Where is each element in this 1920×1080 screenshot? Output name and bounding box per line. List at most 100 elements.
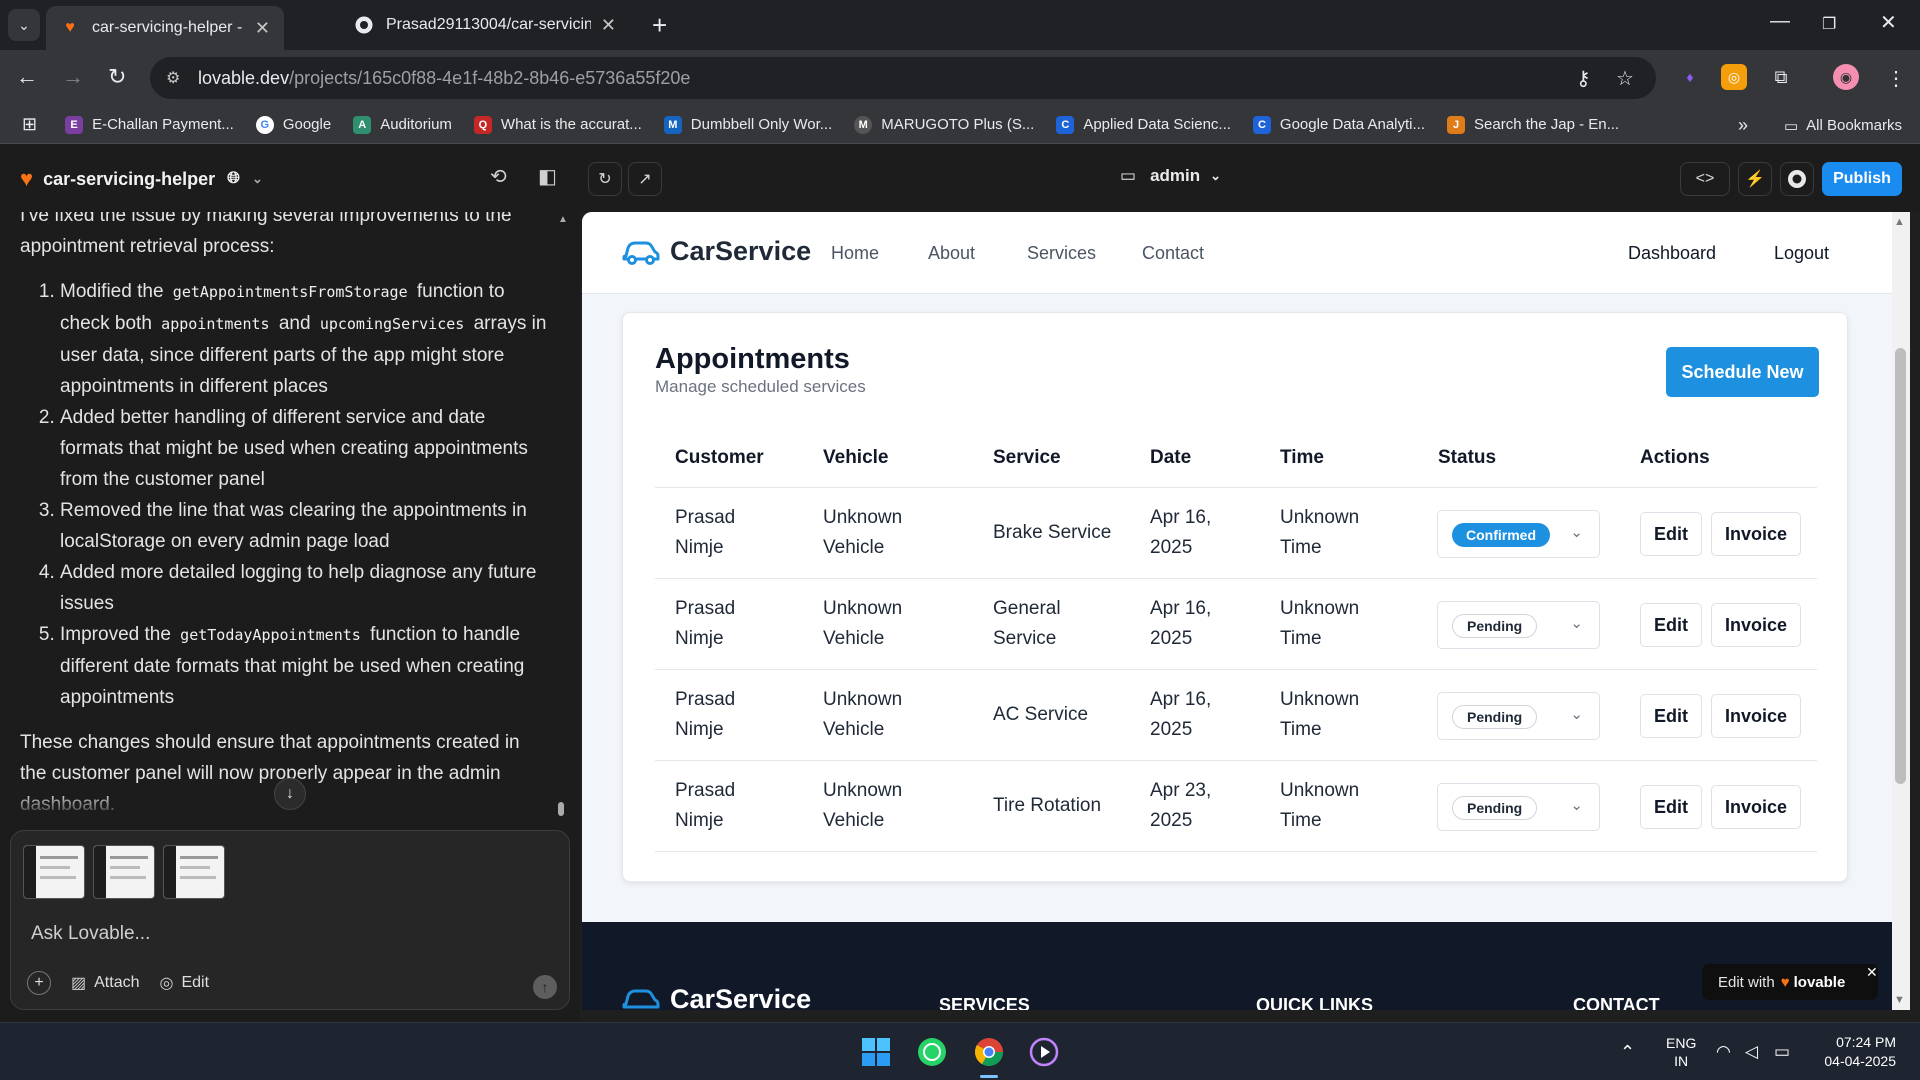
close-icon[interactable]: ✕ <box>1866 964 1878 981</box>
edit-button[interactable]: Edit <box>1640 603 1702 647</box>
scroll-to-bottom-button[interactable]: ↓ <box>274 778 306 810</box>
password-key-icon[interactable]: ⚷ <box>1576 66 1591 91</box>
attachment-thumbnail[interactable] <box>93 845 155 899</box>
coursera-icon: C <box>1056 115 1075 134</box>
bookmark-item[interactable]: E E-Challan Payment... <box>65 115 234 134</box>
nav-services[interactable]: Services <box>1027 243 1096 264</box>
service-cell: General Service <box>993 598 1061 649</box>
close-icon[interactable]: ✕ <box>255 18 270 39</box>
github-icon[interactable] <box>1780 162 1814 196</box>
language-indicator[interactable]: ENG IN <box>1666 1023 1696 1080</box>
chrome-icon[interactable] <box>971 1034 1007 1070</box>
preview-scroll-thumb[interactable] <box>1895 348 1906 784</box>
restore-icon[interactable]: ❐ <box>1822 14 1836 34</box>
nav-home[interactable]: Home <box>831 243 879 264</box>
bookmark-item[interactable]: J Search the Jap - En... <box>1447 115 1619 134</box>
tab-search-button[interactable]: ⌄ <box>8 9 40 41</box>
edit-button[interactable]: Edit <box>1640 512 1702 556</box>
status-select[interactable]: Pending ⌄ <box>1437 601 1600 649</box>
bookmark-star-icon[interactable]: ☆ <box>1616 66 1634 91</box>
invoice-button[interactable]: Invoice <box>1711 603 1801 647</box>
tray-overflow-icon[interactable]: ⌃ <box>1620 1023 1635 1080</box>
close-icon[interactable]: ✕ <box>601 15 616 36</box>
region-code: IN <box>1674 1053 1689 1069</box>
all-bookmarks-link[interactable]: All Bookmarks <box>1806 117 1902 134</box>
status-select[interactable]: Confirmed ⌄ <box>1437 510 1600 558</box>
message-intro: I've fixed the issue by making several i… <box>20 212 512 257</box>
new-tab-button[interactable]: + <box>652 10 667 41</box>
extension-icon[interactable]: ◎ <box>1721 64 1747 90</box>
nav-logout[interactable]: Logout <box>1774 243 1829 264</box>
project-selector[interactable]: ♥ car-servicing-helper 🌐︎ ⌄ <box>20 166 263 192</box>
reload-icon[interactable]: ↻ <box>108 64 126 90</box>
bookmark-item[interactable]: M MARUGOTO Plus (S... <box>854 115 1034 134</box>
bookmark-label: Google <box>282 116 332 133</box>
supabase-icon[interactable]: ⚡ <box>1738 162 1772 196</box>
apps-grid-icon[interactable]: ⊞ <box>22 114 37 135</box>
nav-dashboard[interactable]: Dashboard <box>1628 243 1716 264</box>
site-info-icon[interactable]: ⚙ <box>166 68 180 88</box>
windows-start-icon[interactable] <box>858 1034 894 1070</box>
profile-avatar[interactable]: ◉ <box>1833 64 1859 90</box>
attachment-thumbnail[interactable] <box>163 845 225 899</box>
forward-arrow-icon[interactable]: → <box>62 64 84 90</box>
code-view-button[interactable]: <> <box>1680 162 1730 196</box>
status-select[interactable]: Pending ⌄ <box>1437 692 1600 740</box>
media-player-icon[interactable] <box>1026 1034 1062 1070</box>
nav-about[interactable]: About <box>928 243 975 264</box>
bookmark-item[interactable]: Q What is the accurat... <box>473 115 642 134</box>
table-row: Prasad Nimje Unknown Vehicle Brake Servi… <box>655 488 1817 579</box>
back-arrow-icon[interactable]: ← <box>16 64 38 90</box>
bookmark-label: Google Data Analyti... <box>1279 116 1426 133</box>
edit-button[interactable]: Edit <box>1640 785 1702 829</box>
language-code: ENG <box>1666 1035 1697 1051</box>
chat-input[interactable]: Ask Lovable... <box>31 923 150 945</box>
open-external-button[interactable]: ↗ <box>628 162 662 196</box>
edit-button[interactable]: Edit <box>1640 694 1702 738</box>
attach-button[interactable]: ▨ Attach <box>71 973 139 993</box>
nav-contact[interactable]: Contact <box>1142 243 1204 264</box>
refresh-preview-button[interactable]: ↻ <box>588 162 622 196</box>
status-select[interactable]: Pending ⌄ <box>1437 783 1600 831</box>
extension-flame-icon[interactable]: ♦ <box>1677 64 1703 90</box>
footer-heading: SERVICES <box>939 995 1030 1010</box>
chat-composer[interactable]: Ask Lovable... + ▨ Attach ◎ Edit ↑ <box>10 830 570 1010</box>
window-close-icon[interactable]: ✕ <box>1880 10 1897 35</box>
invoice-button[interactable]: Invoice <box>1711 512 1801 556</box>
minimize-icon[interactable]: — <box>1770 10 1790 33</box>
address-bar[interactable]: lovable.dev/projects/165c0f88-4e1f-48b2-… <box>150 57 1656 99</box>
sidebar-toggle-icon[interactable]: ◧ <box>538 164 557 189</box>
more-menu-icon[interactable]: ⋮ <box>1886 66 1906 91</box>
schedule-new-button[interactable]: Schedule New <box>1666 347 1819 397</box>
chevron-right-icon[interactable]: » <box>1738 115 1748 136</box>
clock[interactable]: 07:24 PM 04-04-2025 <box>1816 1023 1896 1080</box>
bookmark-item[interactable]: C Google Data Analyti... <box>1252 115 1426 134</box>
attachment-thumbnail[interactable] <box>23 845 85 899</box>
url-path: /projects/165c0f88-4e1f-48b2-8b46-e5736a… <box>289 67 691 88</box>
edit-button[interactable]: ◎ Edit <box>159 973 209 993</box>
whatsapp-icon[interactable] <box>914 1034 950 1070</box>
tab-lovable[interactable]: ♥ car-servicing-helper - Lovable ✕ <box>46 6 284 50</box>
extensions-puzzle-icon[interactable]: ⧉ <box>1768 64 1794 90</box>
site-brand[interactable]: CarService <box>622 236 811 267</box>
route-selector[interactable]: ▭ admin ⌄ <box>1120 166 1221 186</box>
plus-icon[interactable]: + <box>27 971 51 995</box>
laptop-icon: ▭ <box>1120 166 1137 185</box>
invoice-button[interactable]: Invoice <box>1711 785 1801 829</box>
invoice-button[interactable]: Invoice <box>1711 694 1801 738</box>
bookmark-item[interactable]: C Applied Data Scienc... <box>1056 115 1231 134</box>
volume-icon[interactable]: ◁ <box>1745 1023 1758 1080</box>
bookmark-item[interactable]: A Auditorium <box>353 115 452 134</box>
scroll-down-arrow-icon[interactable]: ▼ <box>1894 994 1905 1006</box>
tab-github[interactable]: Prasad29113004/car-servicing-h ✕ <box>340 6 630 44</box>
bookmark-item[interactable]: G Google <box>255 115 332 134</box>
send-button[interactable]: ↑ <box>533 975 557 999</box>
active-app-indicator <box>980 1075 998 1078</box>
history-icon[interactable]: ⟲ <box>490 164 507 189</box>
wifi-icon[interactable]: ◠ <box>1716 1023 1731 1080</box>
scroll-up-arrow-icon[interactable]: ▲ <box>1894 216 1905 228</box>
publish-button[interactable]: Publish <box>1822 162 1902 196</box>
bookmark-item[interactable]: M Dumbbell Only Wor... <box>663 115 832 134</box>
battery-icon[interactable]: ▭ <box>1774 1023 1790 1080</box>
edit-with-lovable-badge[interactable]: Edit with ♥ lovable <box>1702 964 1878 1000</box>
